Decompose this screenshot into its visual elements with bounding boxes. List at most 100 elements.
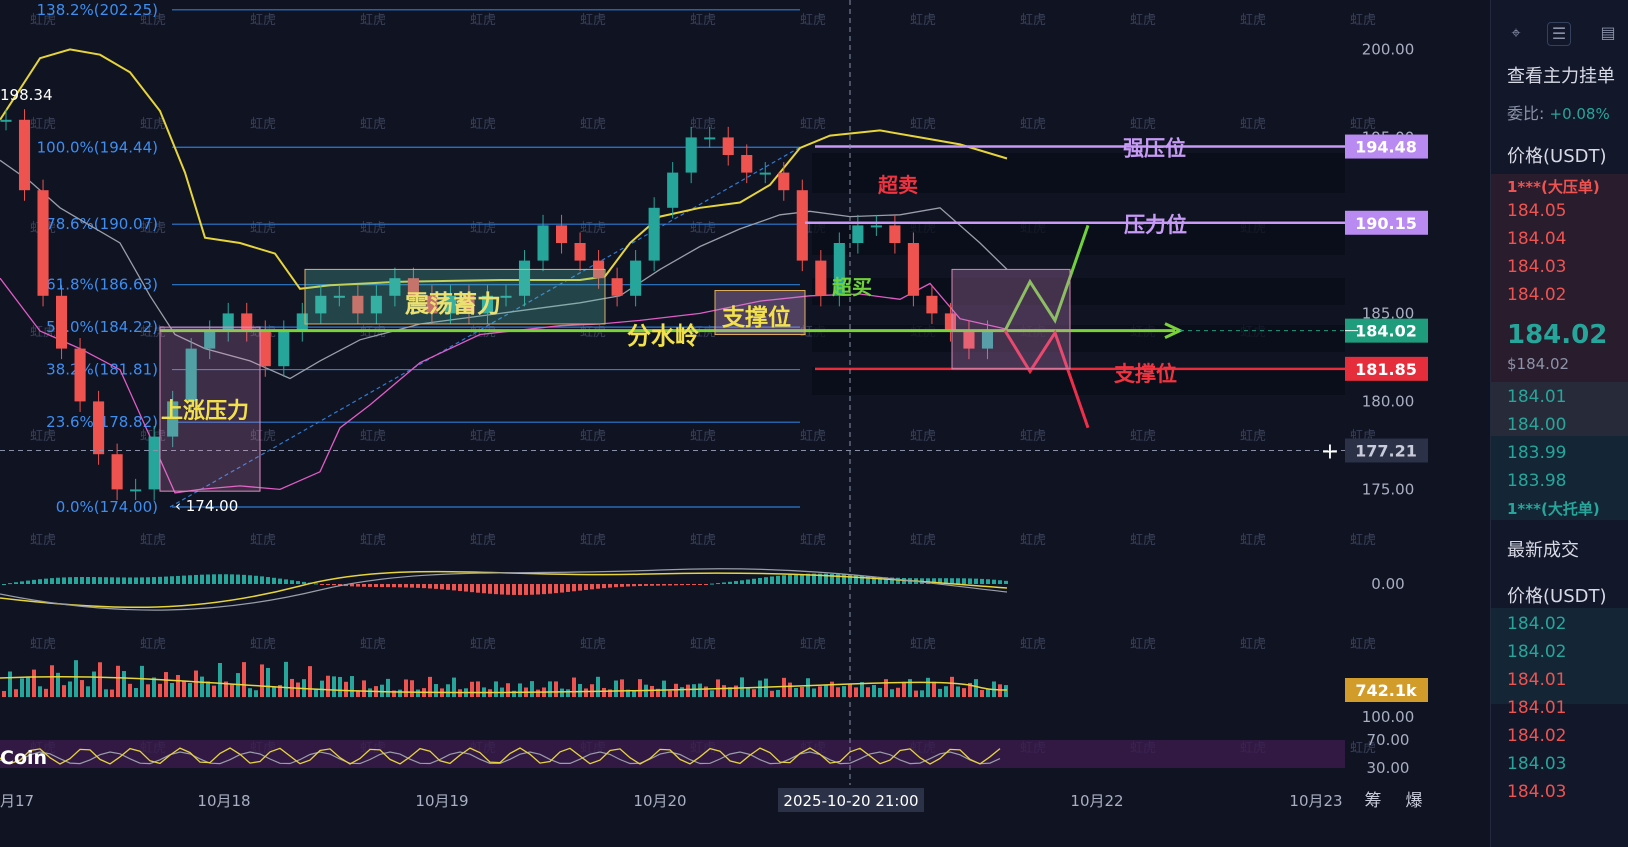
watermark-text: 虹虎 <box>580 637 606 652</box>
volume-bar <box>920 690 924 697</box>
volume-bar <box>416 689 420 697</box>
macd-bar <box>560 584 564 593</box>
support-label: 支撑位 <box>1114 362 1177 386</box>
macd-bar <box>776 575 780 584</box>
volume-bar <box>668 690 672 697</box>
volume-bar <box>176 674 180 697</box>
volume-bar <box>206 681 210 697</box>
level-zone <box>812 367 1345 395</box>
watermark-text: 虹虎 <box>580 221 606 236</box>
macd-bar <box>656 584 660 586</box>
macd-bar <box>398 584 402 588</box>
volume-bar <box>260 664 264 697</box>
macd-bar <box>272 577 276 584</box>
macd-bar <box>734 581 738 584</box>
watermark-text: 虹虎 <box>910 429 936 444</box>
volume-bar <box>380 684 384 697</box>
trade-row-0[interactable]: 184.02 <box>1507 614 1566 634</box>
trade-row-5[interactable]: 184.03 <box>1507 754 1566 774</box>
macd-bar <box>428 584 432 589</box>
candle-body <box>556 225 568 243</box>
crosshair-time: 2025-10-20 21:00 <box>783 792 918 810</box>
macd-bar <box>758 577 762 584</box>
macd-bar <box>254 575 258 584</box>
watermark-text: 虹虎 <box>800 533 826 548</box>
volume-bar <box>722 685 726 697</box>
macd-bar <box>278 578 282 584</box>
volume-bar <box>470 681 474 697</box>
macd-bar <box>638 584 642 587</box>
candle-body <box>278 331 290 367</box>
macd-bar <box>608 584 612 588</box>
ask-row-2[interactable]: 184.03 <box>1507 257 1566 277</box>
macd-bar <box>746 579 750 584</box>
macd-bar <box>266 577 270 584</box>
candle-body <box>852 225 864 243</box>
volume-bar <box>794 687 798 697</box>
ask-row-0[interactable]: 184.05 <box>1507 201 1566 221</box>
watermark-text: 虹虎 <box>1240 13 1266 28</box>
ask-row-1[interactable]: 184.04 <box>1507 229 1566 249</box>
price-chart[interactable]: 虹虎 虹虎 虹虎 虹虎 虹虎 虹虎 虹虎 虹虎 虹虎 虹虎 虹虎 虹虎 虹虎虹虎 虹虎 虹虎 虹虎 虹虎 虹虎 虹虎… <box>0 0 1490 847</box>
order-book-icon[interactable]: ☰ <box>1547 22 1571 46</box>
volume-bar <box>986 688 990 697</box>
view-main-orders-title[interactable]: 查看主力挂单 <box>1507 62 1615 88</box>
macd-bar <box>728 581 732 584</box>
bid-row-1[interactable]: 184.00 <box>1507 415 1566 435</box>
volume-bar <box>596 676 600 697</box>
macd-bar <box>14 582 18 584</box>
watermark-text: 虹虎 <box>800 13 826 28</box>
macd-bar <box>422 584 426 589</box>
layout-icon[interactable]: ▤ <box>1597 22 1619 44</box>
price-tick-3: 180.00 <box>1362 392 1415 410</box>
watermark-text: 虹虎 <box>30 533 56 548</box>
candle-body <box>704 137 716 140</box>
trade-row-4[interactable]: 184.02 <box>1507 726 1566 746</box>
watermark-text: 虹虎 <box>1350 13 1376 28</box>
macd-bar <box>488 584 492 594</box>
macd-bar <box>296 581 300 584</box>
watermark-text: 虹虎 <box>1130 117 1156 132</box>
macd-bar <box>596 584 600 589</box>
watermark-text: 虹虎 <box>250 221 276 236</box>
macd-bar <box>230 574 234 584</box>
bid-row-0[interactable]: 184.01 <box>1507 387 1566 407</box>
trade-row-2[interactable]: 184.01 <box>1507 670 1566 690</box>
macd-bar <box>50 578 54 584</box>
volume-bar <box>62 685 66 697</box>
volume-bar <box>386 678 390 697</box>
macd-bar <box>632 584 636 587</box>
watermark-text: 虹虎 <box>250 637 276 652</box>
time-tick-0: 月17 <box>0 792 34 810</box>
volume-bar <box>932 681 936 697</box>
watermark-text: 虹虎 <box>580 117 606 132</box>
macd-bar <box>128 577 132 584</box>
watermark-text: 虹虎 <box>910 533 936 548</box>
watermark-text: 虹虎 <box>140 533 166 548</box>
macd-bar <box>752 578 756 584</box>
chart-app: 虹虎 虹虎 虹虎 虹虎 虹虎 虹虎 虹虎 虹虎 虹虎 虹虎 虹虎 虹虎 虹虎 虹虎 虹虎 虹虎 虹虎 虹虎 虹虎 虹虎… <box>0 0 1628 847</box>
bid-row-3[interactable]: 183.98 <box>1507 471 1566 491</box>
candle-body <box>667 172 679 208</box>
volume-bar <box>836 687 840 697</box>
trade-row-6[interactable]: 184.03 <box>1507 782 1566 802</box>
volume-bar <box>872 685 876 697</box>
latest-trades-title[interactable]: 最新成交 <box>1507 536 1579 562</box>
macd-bar <box>800 573 804 584</box>
candle-body <box>741 155 753 173</box>
candle-body <box>130 489 142 492</box>
macd-bar <box>998 580 1002 584</box>
crosshair-icon[interactable]: ⌖ <box>1505 22 1527 44</box>
ask-row-3[interactable]: 184.02 <box>1507 285 1566 305</box>
bid-row-2[interactable]: 183.99 <box>1507 443 1566 463</box>
trade-row-1[interactable]: 184.02 <box>1507 642 1566 662</box>
trade-row-3[interactable]: 184.01 <box>1507 698 1566 718</box>
macd-bar <box>206 574 210 584</box>
volume-bar <box>212 685 216 697</box>
watermark-text: 虹虎 <box>800 637 826 652</box>
volume-bar <box>956 686 960 697</box>
volume-bar <box>890 689 894 697</box>
resistance-label: 压力位 <box>1124 213 1187 237</box>
candle-body <box>148 436 160 490</box>
price-tag-0: 194.48 <box>1355 138 1417 157</box>
